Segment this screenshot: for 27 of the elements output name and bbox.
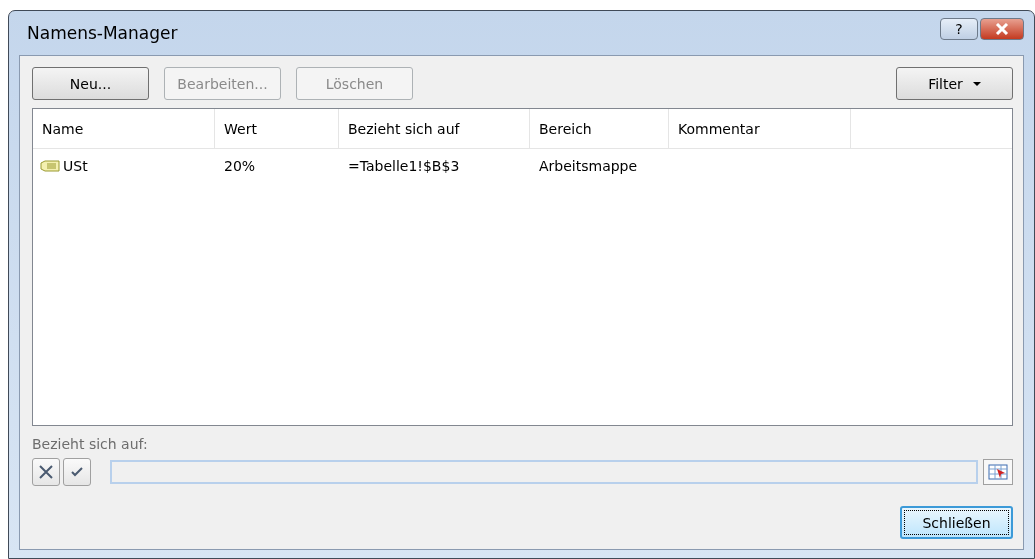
cross-icon	[38, 464, 54, 480]
column-header[interactable]: Kommentar	[669, 109, 851, 148]
range-select-icon	[988, 464, 1008, 480]
name-tag-icon	[40, 160, 60, 172]
toolbar-button[interactable]: Neu...	[32, 67, 149, 100]
caret-icon	[972, 81, 981, 86]
confirm-button[interactable]	[63, 458, 91, 486]
close-icon	[994, 23, 1010, 35]
window-title: Namens-Manager	[26, 23, 178, 43]
column-header[interactable]: Bereich	[530, 109, 669, 148]
table-row[interactable]: USt 20% =Tabelle1!$B$3 Arbeitsmappe	[33, 149, 1012, 183]
table-cell: 20%	[224, 158, 256, 174]
filter-button[interactable]: Filter	[896, 67, 1013, 100]
table-cell: =Tabelle1!$B$3	[348, 158, 460, 174]
close-dialog-button[interactable]: Schließen	[900, 506, 1013, 539]
range-select-button[interactable]	[983, 459, 1013, 485]
refers-to-label: Bezieht sich auf:	[32, 436, 148, 452]
help-button[interactable]: ?	[940, 18, 978, 40]
table-cell: Arbeitsmappe	[539, 158, 638, 174]
close-button[interactable]	[980, 18, 1024, 40]
checkmark-icon	[70, 466, 84, 478]
column-header[interactable]: Name	[33, 109, 215, 148]
column-header[interactable]: Bezieht sich auf	[339, 109, 530, 148]
column-header[interactable]: Wert	[215, 109, 339, 148]
table-cell: USt	[63, 158, 88, 174]
cancel-button[interactable]	[32, 458, 60, 486]
refers-to-field[interactable]	[110, 460, 978, 484]
